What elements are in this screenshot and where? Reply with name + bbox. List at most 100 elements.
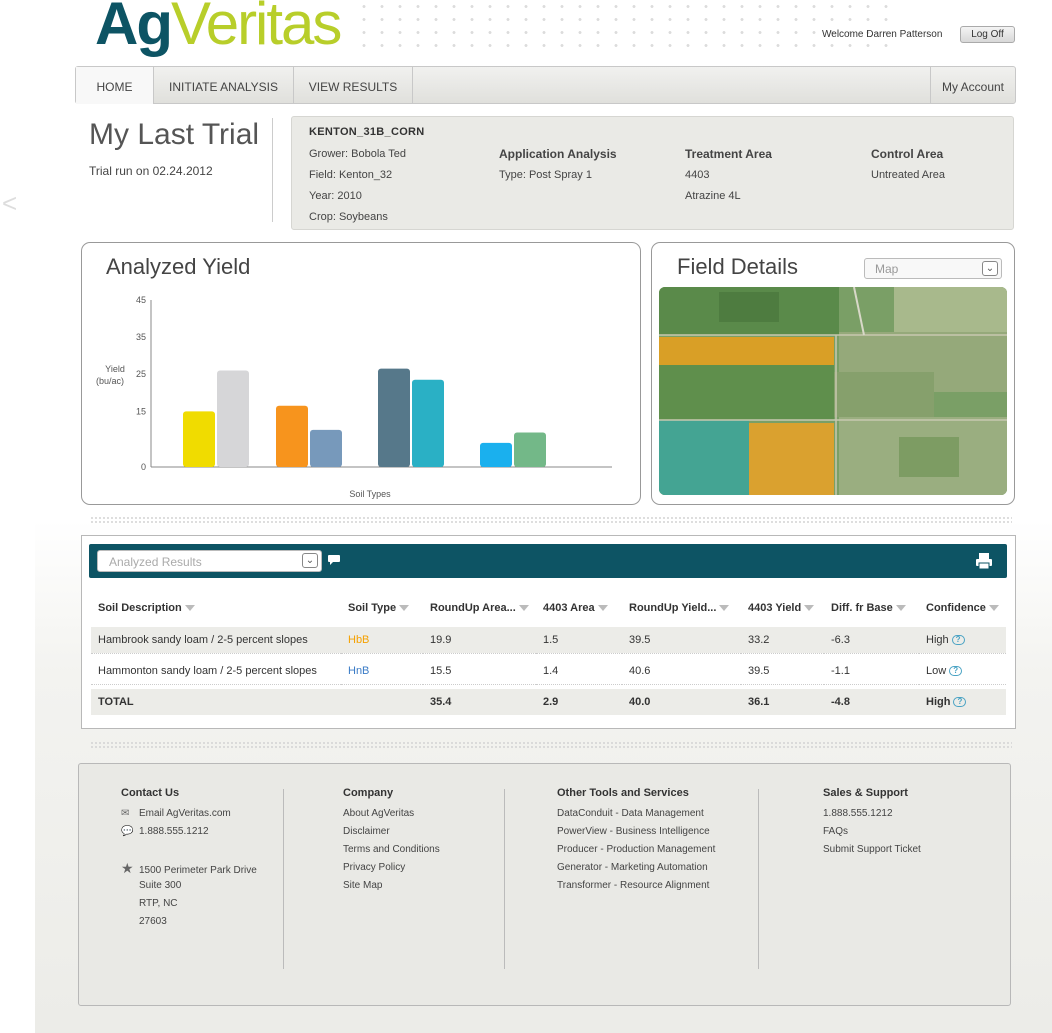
chat-bubble-icon: 💬 <box>121 826 134 837</box>
footer-link-privacy[interactable]: Privacy Policy <box>343 859 440 877</box>
footer-link-faqs[interactable]: FAQs <box>823 823 921 841</box>
sort-icon[interactable] <box>988 605 999 612</box>
footer-link-sitemap[interactable]: Site Map <box>343 877 440 895</box>
footer-link-disclaimer[interactable]: Disclaimer <box>343 823 440 841</box>
help-bubble-icon[interactable]: ? <box>953 697 967 708</box>
total-4403-area: 2.9 <box>536 689 622 715</box>
footer-email[interactable]: ✉ Email AgVeritas.com <box>121 805 257 823</box>
sort-icon[interactable] <box>895 605 906 612</box>
footer-sales: Sales & Support 1.888.555.1212 FAQs Subm… <box>823 787 921 859</box>
help-bubble-icon[interactable]: ? <box>951 634 965 645</box>
y-axis-label: Yield <box>105 364 125 374</box>
cell-diff: -1.1 <box>824 658 919 685</box>
star-icon: ★ <box>121 860 134 876</box>
footer-tools: Other Tools and Services DataConduit - D… <box>557 787 715 895</box>
x-axis-label: Soil Types <box>349 489 391 499</box>
footer-link-transformer[interactable]: Transformer - Resource Alignment <box>557 877 715 895</box>
footer-link-powerview[interactable]: PowerView - Business Intelligence <box>557 823 715 841</box>
help-bubble-icon[interactable] <box>327 554 341 566</box>
col-diff-fr-base[interactable]: Diff. fr Base <box>824 594 919 622</box>
results-view-select[interactable]: Analyzed Results ⌄ <box>97 550 322 572</box>
footer-address-line3: RTP, NC <box>139 898 178 909</box>
total-roundup-area: 35.4 <box>423 689 536 715</box>
field-map-image <box>659 287 1007 495</box>
footer-sales-phone: 1.888.555.1212 <box>823 808 893 819</box>
footer-sales-heading: Sales & Support <box>823 787 908 799</box>
section-separator <box>90 516 1012 524</box>
chart-bar <box>217 370 249 467</box>
chart-bar <box>412 379 444 467</box>
y-axis-label-unit: (bu/ac) <box>96 376 124 386</box>
y-tick-label: 35 <box>136 332 146 342</box>
chart-bar <box>378 368 410 467</box>
table-row[interactable]: Hammonton sandy loam / 2-5 percent slope… <box>91 658 1006 685</box>
section-separator <box>90 741 1012 749</box>
sort-icon[interactable] <box>804 605 815 612</box>
footer-address-line4: 27603 <box>139 916 167 927</box>
chart-bar <box>514 432 546 467</box>
sort-icon[interactable] <box>719 605 730 612</box>
col-soil-type[interactable]: Soil Type <box>341 594 423 622</box>
col-4403-area[interactable]: 4403 Area <box>536 594 622 622</box>
sort-icon[interactable] <box>518 605 529 612</box>
col-4403-yield[interactable]: 4403 Yield <box>741 594 824 622</box>
footer-contact: Contact Us ✉ Email AgVeritas.com 💬 1.888.5… <box>121 787 257 931</box>
total-label: TOTAL <box>91 689 341 715</box>
cell-soil-type[interactable]: HbB <box>341 627 423 654</box>
sort-icon[interactable] <box>399 605 410 612</box>
footer-tools-heading: Other Tools and Services <box>557 787 689 799</box>
footer-address-line2: Suite 300 <box>139 880 182 891</box>
cell-soil-description: Hambrook sandy loam / 2-5 percent slopes <box>91 627 341 654</box>
map-view-select[interactable]: Map ⌄ <box>864 258 1002 279</box>
chart-bar <box>480 442 512 467</box>
cell-soil-description: Hammonton sandy loam / 2-5 percent slope… <box>91 658 341 685</box>
col-confidence[interactable]: Confidence <box>919 594 1006 622</box>
footer-link-generator[interactable]: Generator - Marketing Automation <box>557 859 715 877</box>
chart-bar <box>276 405 308 467</box>
total-row: TOTAL 35.4 2.9 40.0 36.1 -4.8 High? <box>91 689 1006 715</box>
col-roundup-yield[interactable]: RoundUp Yield... <box>622 594 741 622</box>
col-roundup-area[interactable]: RoundUp Area... <box>423 594 536 622</box>
chevron-down-icon[interactable]: ⌄ <box>302 553 318 568</box>
cell-roundup-area: 15.5 <box>423 658 536 685</box>
y-tick-label: 45 <box>136 295 146 305</box>
cell-roundup-yield: 39.5 <box>622 627 741 654</box>
footer-phone: 💬 1.888.555.1212 <box>121 823 257 841</box>
total-4403-yield: 36.1 <box>741 689 824 715</box>
footer-link-producer[interactable]: Producer - Production Management <box>557 841 715 859</box>
sort-icon[interactable] <box>184 605 195 612</box>
cell-4403-area: 1.4 <box>536 658 622 685</box>
sort-icon[interactable] <box>597 605 608 612</box>
results-table: Soil Description Soil Type RoundUp Area.… <box>91 594 1006 715</box>
help-bubble-icon[interactable]: ? <box>949 665 963 676</box>
field-map[interactable] <box>659 287 1007 495</box>
footer-contact-heading: Contact Us <box>121 787 180 799</box>
total-confidence: High? <box>919 689 1006 715</box>
cell-4403-yield: 33.2 <box>741 627 824 654</box>
field-details-title: Field Details <box>677 254 799 279</box>
results-view-select-value: Analyzed Results <box>109 555 202 569</box>
cell-roundup-area: 19.9 <box>423 627 536 654</box>
cell-soil-type[interactable]: HnB <box>341 658 423 685</box>
y-tick-label: 25 <box>136 369 146 379</box>
footer-company-heading: Company <box>343 787 394 799</box>
footer-link-support-ticket[interactable]: Submit Support Ticket <box>823 841 921 859</box>
cell-4403-yield: 39.5 <box>741 658 824 685</box>
footer-link-terms[interactable]: Terms and Conditions <box>343 841 440 859</box>
col-soil-description[interactable]: Soil Description <box>91 594 341 622</box>
total-roundup-yield: 40.0 <box>622 689 741 715</box>
chart-bar <box>310 429 342 467</box>
cell-diff: -6.3 <box>824 627 919 654</box>
footer-link-dataconduit[interactable]: DataConduit - Data Management <box>557 805 715 823</box>
y-tick-label: 0 <box>141 462 146 472</box>
cell-confidence: High? <box>919 627 1006 654</box>
footer-divider <box>504 789 505 969</box>
cell-confidence: Low? <box>919 658 1006 685</box>
chevron-down-icon[interactable]: ⌄ <box>982 261 998 276</box>
y-tick-label: 15 <box>136 406 146 416</box>
print-icon[interactable] <box>975 552 993 570</box>
footer-divider <box>283 789 284 969</box>
map-view-select-value: Map <box>875 262 899 276</box>
footer-link-about[interactable]: About AgVeritas <box>343 805 440 823</box>
table-row[interactable]: Hambrook sandy loam / 2-5 percent slopes… <box>91 627 1006 654</box>
